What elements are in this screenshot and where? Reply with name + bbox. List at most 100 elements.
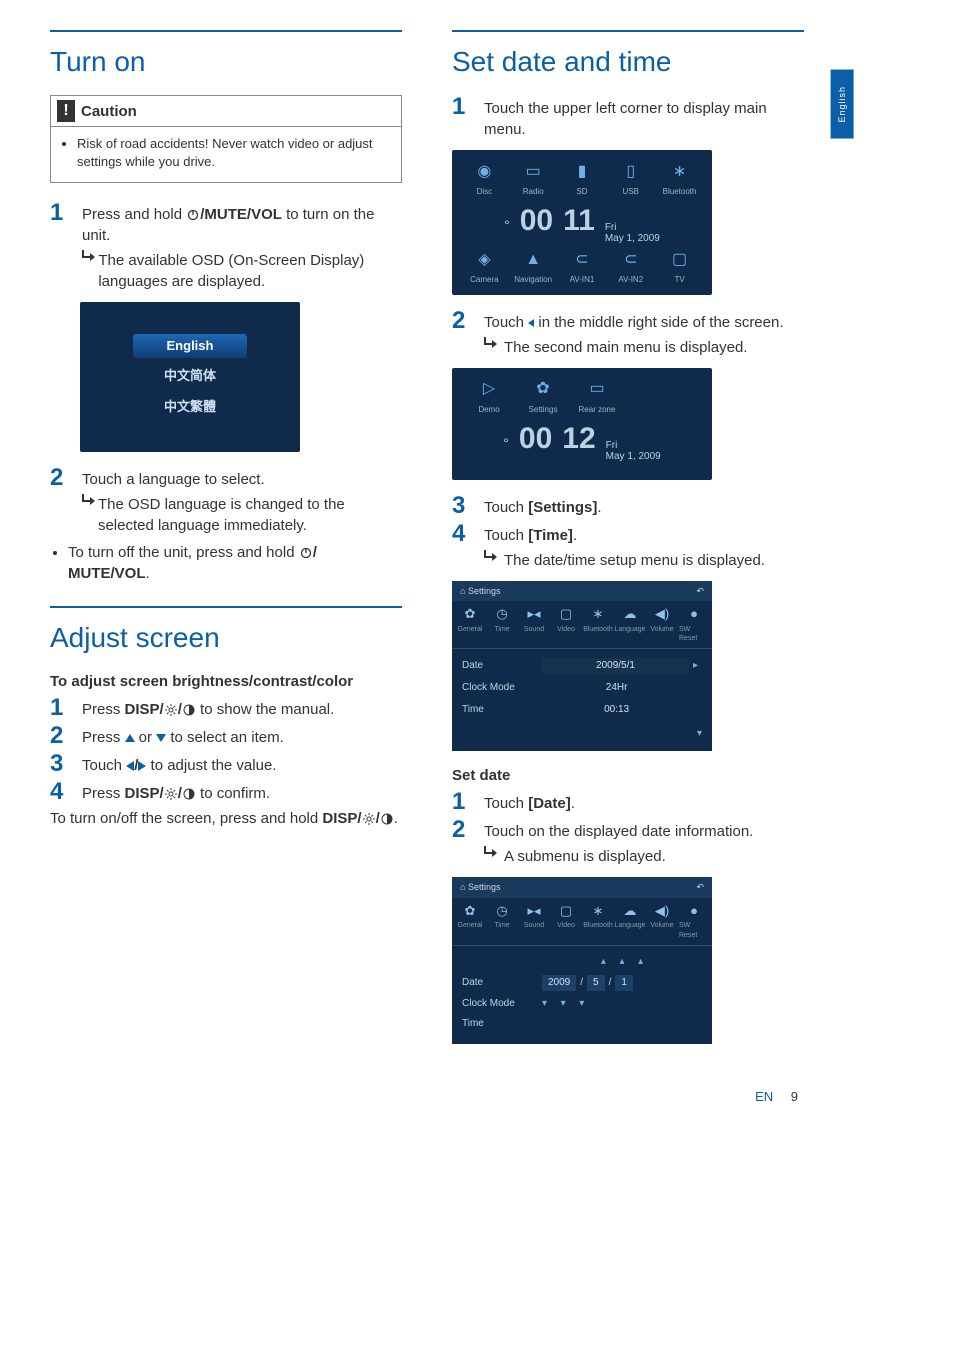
right-arrow-icon: ▸	[689, 659, 702, 673]
result-text: A submenu is displayed.	[504, 846, 666, 867]
menu-item: ⊂AV-IN1	[559, 248, 605, 285]
caution-icon: !	[57, 100, 75, 122]
clock-day: Fri	[605, 222, 660, 233]
caution-box: ! Caution Risk of road accidents! Never …	[50, 95, 402, 182]
step-text: Touch	[484, 795, 528, 812]
step-text: to select an item.	[166, 729, 284, 746]
page-footer: EN 9	[50, 1088, 804, 1106]
video-icon: ▢	[560, 902, 572, 920]
menu-label: Navigation	[514, 274, 552, 285]
right-column: Set date and time 1 Touch the upper left…	[452, 30, 804, 1058]
row-label: Time	[462, 1017, 542, 1031]
tab-bluetooth: ∗Bluetooth	[583, 902, 613, 941]
step-text: .	[571, 795, 575, 812]
tab-label: Sound	[524, 921, 544, 931]
reset-icon: ●	[690, 605, 698, 623]
result-arrow-icon	[82, 250, 90, 262]
clock-minutes: 12	[562, 418, 595, 460]
tab-general: ✿General	[455, 605, 485, 644]
step-text-bold: [Date]	[528, 795, 571, 812]
menu-item: ▭Radio	[510, 160, 556, 197]
sound-icon: ▸◂	[527, 605, 540, 623]
tab-label: Language	[614, 921, 645, 931]
clock-date: May 1, 2009	[606, 451, 661, 462]
step-number: 2	[452, 309, 472, 358]
tab-sound: ▸◂Sound	[519, 902, 549, 941]
row-label: Date	[462, 659, 542, 673]
tab-time: ◷Time	[487, 902, 517, 941]
contrast-icon	[183, 704, 195, 716]
settings-icon: ✿	[531, 378, 555, 402]
tail-text-bold: DISP/	[322, 810, 361, 827]
step-text-bold: [Time]	[528, 527, 573, 544]
lang-option: 中文简体	[130, 364, 250, 388]
lang-icon: ☁	[624, 605, 637, 623]
section-turn-on: Turn on	[50, 30, 402, 81]
tab-video: ▢Video	[551, 605, 581, 644]
left-column: Turn on ! Caution Risk of road accidents…	[50, 30, 402, 1058]
step-text: Press	[82, 701, 125, 718]
tab-label: Bluetooth	[583, 921, 613, 931]
main-menu-figure-2: ▷Demo ✿Settings ▭Rear zone ° 00 12 Fri M…	[452, 368, 712, 480]
brightness-icon	[363, 813, 375, 825]
date-spinner-down: ▾ ▾ ▾	[542, 997, 584, 1011]
datetime-step-3: 3 Touch [Settings].	[452, 494, 804, 518]
up-arrow-icon	[125, 734, 135, 742]
contrast-icon	[381, 813, 393, 825]
date-month: 5	[587, 975, 605, 991]
step-text: .	[597, 499, 601, 516]
menu-label: Bluetooth	[663, 186, 697, 197]
result-arrow-icon	[82, 494, 90, 506]
main-menu-figure-1: ◉Disc ▭Radio ▮SD ▯USB ∗Bluetooth ° 00 11…	[452, 150, 712, 294]
turn-on-step-1: 1 Press and hold /MUTE/VOL to turn on th…	[50, 201, 402, 292]
tab-label: Volume	[650, 921, 673, 931]
settings-row-clockmode: Clock Mode 24Hr	[462, 677, 702, 699]
datetime-step-1: 1 Touch the upper left corner to display…	[452, 95, 804, 140]
settings-row-date: Date 2009/5/1 ▸	[462, 655, 702, 677]
menu-label: Disc	[477, 186, 493, 197]
back-icon: ↶	[696, 881, 704, 894]
step-text: Touch	[484, 499, 528, 516]
menu-label: Rear zone	[579, 404, 616, 415]
menu-item: ⊂AV-IN2	[608, 248, 654, 285]
tab-label: Bluetooth	[583, 625, 613, 635]
footer-page: 9	[791, 1089, 798, 1104]
sound-icon: ▸◂	[527, 902, 540, 920]
date-day: 1	[615, 975, 633, 991]
tab-time: ◷Time	[487, 605, 517, 644]
volume-icon: ◀)	[655, 902, 669, 920]
row-value: 2009/5/1	[542, 658, 689, 674]
contrast-icon	[183, 788, 195, 800]
home-icon: ⌂ Settings	[460, 585, 500, 598]
adjust-subhead: To adjust screen brightness/contrast/col…	[50, 671, 402, 692]
section-adjust-screen: Adjust screen	[50, 606, 402, 657]
tab-language: ☁Language	[615, 605, 645, 644]
menu-label: AV-IN1	[570, 274, 595, 285]
brightness-icon	[165, 788, 177, 800]
tab-label: Video	[557, 625, 575, 635]
step-text-bold: /MUTE/VOL	[200, 206, 282, 223]
step-text: to adjust the value.	[146, 757, 276, 774]
step-text: Touch	[484, 527, 528, 544]
turn-off-note: To turn off the unit, press and hold / M…	[68, 542, 402, 584]
menu-item: ◉Disc	[461, 160, 507, 197]
menu-label: Radio	[523, 186, 544, 197]
menu-item: ▮SD	[559, 160, 605, 197]
tab-label: General	[458, 921, 483, 931]
menu-label: SD	[576, 186, 587, 197]
spacer	[691, 703, 702, 717]
clock-minutes: 11	[563, 200, 595, 242]
note-text: To turn off the unit, press and hold	[68, 544, 299, 561]
step-number: 1	[50, 696, 70, 720]
tab-label: Time	[494, 921, 509, 931]
datetime-step-4: 4 Touch [Time]. The date/time setup menu…	[452, 522, 804, 571]
adjust-step-1: 1 Press DISP// to show the manual.	[50, 696, 402, 720]
note-text: .	[146, 565, 150, 582]
row-label: Clock Mode	[462, 997, 542, 1011]
setdate-step-1: 1 Touch [Date].	[452, 790, 804, 814]
avin-icon: ⊂	[619, 248, 643, 272]
menu-label: Settings	[529, 404, 558, 415]
tv-icon: ▢	[668, 248, 692, 272]
result-text: The second main menu is displayed.	[504, 337, 747, 358]
setdate-step-2: 2 Touch on the displayed date informatio…	[452, 818, 804, 867]
